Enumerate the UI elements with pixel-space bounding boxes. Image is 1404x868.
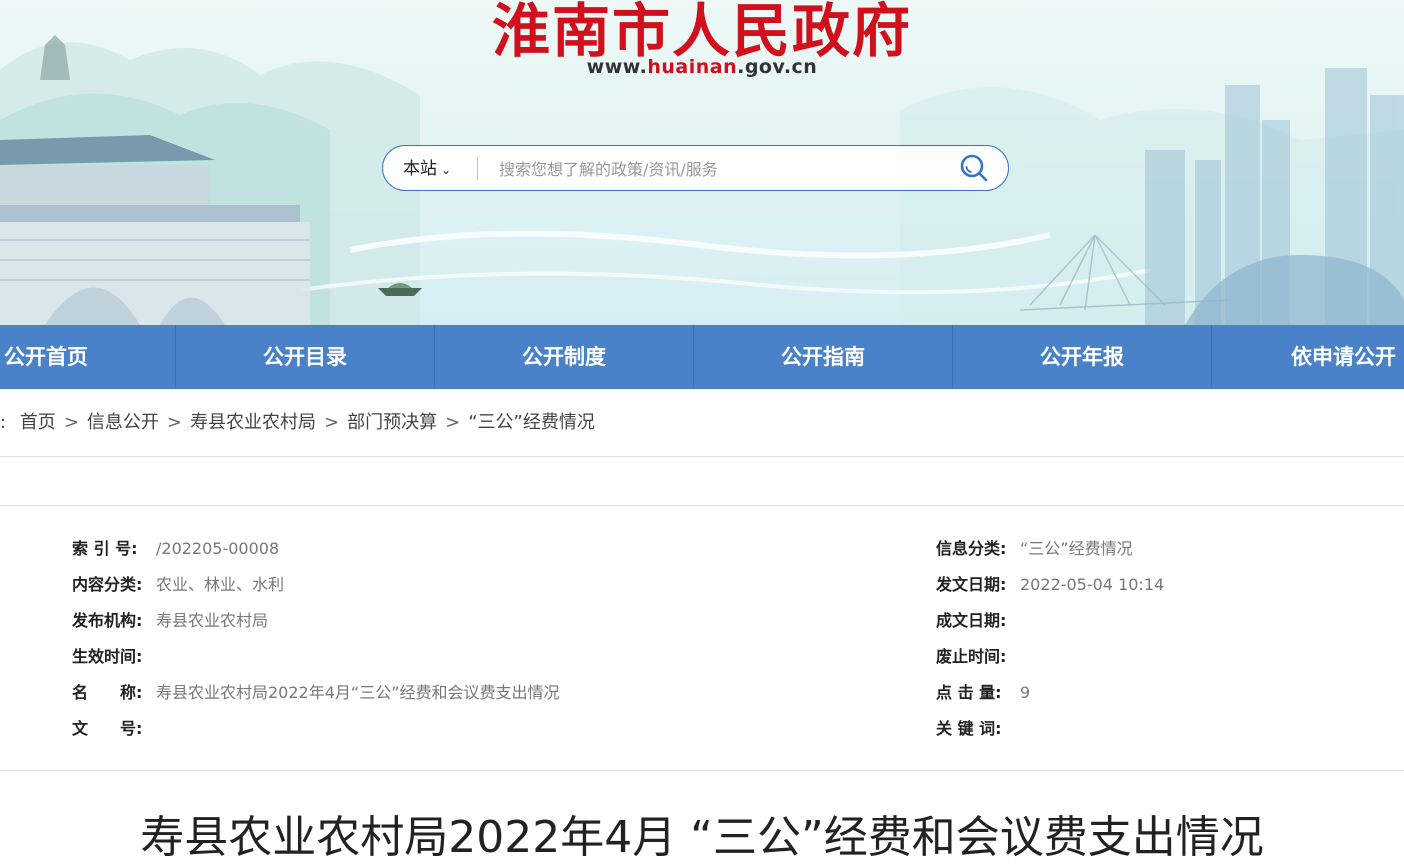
site-url-prefix: www.: [586, 56, 648, 78]
meta-label: 成文日期:: [936, 611, 1007, 630]
meta-keywords: 关 键 词:: [936, 717, 1020, 741]
meta-effective-date: 生效时间:: [72, 645, 156, 669]
nav-item-apply[interactable]: 依申请公开: [1212, 325, 1404, 389]
breadcrumb-separator: >: [445, 412, 461, 433]
main-nav: 公开首页 公开目录 公开制度 公开指南 公开年报 依申请公开: [0, 325, 1404, 389]
meta-value: 寿县农业农村局: [156, 611, 269, 630]
meta-view-count: 点 击 量: 9: [936, 681, 1030, 705]
breadcrumb: : 首页 > 信息公开 > 寿县农业农村局 > 部门预决算 > “三公”经费情况: [0, 400, 595, 446]
breadcrumb-three-public-expenses[interactable]: “三公”经费情况: [468, 412, 595, 433]
meta-publisher: 发布机构: 寿县农业农村局: [72, 609, 268, 633]
meta-value: “三公”经费情况: [1020, 539, 1133, 558]
breadcrumb-separator: >: [166, 412, 182, 433]
chevron-down-icon: ⌄: [441, 163, 452, 177]
meta-value: 9: [1020, 683, 1031, 702]
meta-label: 发布机构:: [72, 611, 143, 630]
breadcrumb-budget[interactable]: 部门预决算: [347, 412, 437, 433]
meta-document-number: 文 号:: [72, 717, 156, 741]
search-scope-label: 本站: [403, 159, 437, 179]
search-button[interactable]: [957, 151, 991, 185]
meta-label: 关 键 词:: [936, 719, 1002, 738]
nav-item-home[interactable]: 公开首页: [0, 325, 176, 389]
breadcrumb-prefix: :: [0, 412, 7, 433]
breadcrumb-home[interactable]: 首页: [20, 412, 56, 433]
meta-publish-date: 发文日期: 2022-05-04 10:14: [936, 573, 1164, 597]
meta-written-date: 成文日期:: [936, 609, 1020, 633]
breadcrumb-agriculture-bureau[interactable]: 寿县农业农村局: [190, 412, 316, 433]
site-url: www.huainan.gov.cn: [0, 56, 1404, 78]
search-input[interactable]: [497, 152, 941, 186]
nav-item-catalog[interactable]: 公开目录: [176, 325, 435, 389]
meta-label: 生效时间:: [72, 647, 143, 666]
breadcrumb-separator: >: [324, 412, 340, 433]
meta-label: 点 击 量:: [936, 683, 1002, 702]
nav-item-guide[interactable]: 公开指南: [694, 325, 953, 389]
divider-line: [0, 770, 1404, 771]
meta-label: 信息分类:: [936, 539, 1007, 558]
meta-value: /202205-00008: [156, 539, 280, 558]
search-bar: 本站 ⌄: [382, 145, 1009, 191]
document-meta-table: 索 引 号: /202205-00008 内容分类: 农业、林业、水利 发布机构: 寿…: [0, 506, 1404, 771]
meta-value: 2022-05-04 10:14: [1020, 575, 1165, 594]
search-scope-dropdown[interactable]: 本站 ⌄: [403, 146, 451, 192]
nav-item-system[interactable]: 公开制度: [435, 325, 694, 389]
search-icon: [960, 154, 988, 182]
search-divider: [477, 158, 478, 180]
meta-value: 农业、林业、水利: [156, 575, 285, 594]
meta-index-number: 索 引 号: /202205-00008: [72, 537, 279, 561]
meta-label: 发文日期:: [936, 575, 1007, 594]
meta-label: 名 称:: [72, 683, 143, 702]
site-url-suffix: .gov.cn: [737, 56, 818, 78]
breadcrumb-separator: >: [63, 412, 79, 433]
header-banner: 淮南市人民政府 www.huainan.gov.cn 本站 ⌄: [0, 0, 1404, 325]
meta-label: 内容分类:: [72, 575, 143, 594]
nav-item-annual-report[interactable]: 公开年报: [953, 325, 1212, 389]
site-url-highlight: huainan: [647, 56, 738, 78]
breadcrumb-info-public[interactable]: 信息公开: [87, 412, 159, 433]
divider-line: [0, 456, 1404, 457]
meta-name: 名 称: 寿县农业农村局2022年4月“三公”经费和会议费支出情况: [72, 681, 559, 705]
meta-content-category: 内容分类: 农业、林业、水利: [72, 573, 284, 597]
meta-label: 文 号:: [72, 719, 143, 738]
article-title: 寿县农业农村局2022年4月 “三公”经费和会议费支出情况: [140, 812, 1264, 863]
meta-expiry-date: 废止时间:: [936, 645, 1020, 669]
meta-value: 寿县农业农村局2022年4月“三公”经费和会议费支出情况: [156, 683, 560, 702]
meta-label: 废止时间:: [936, 647, 1007, 666]
meta-info-category: 信息分类: “三公”经费情况: [936, 537, 1133, 561]
meta-label: 索 引 号:: [72, 539, 138, 558]
